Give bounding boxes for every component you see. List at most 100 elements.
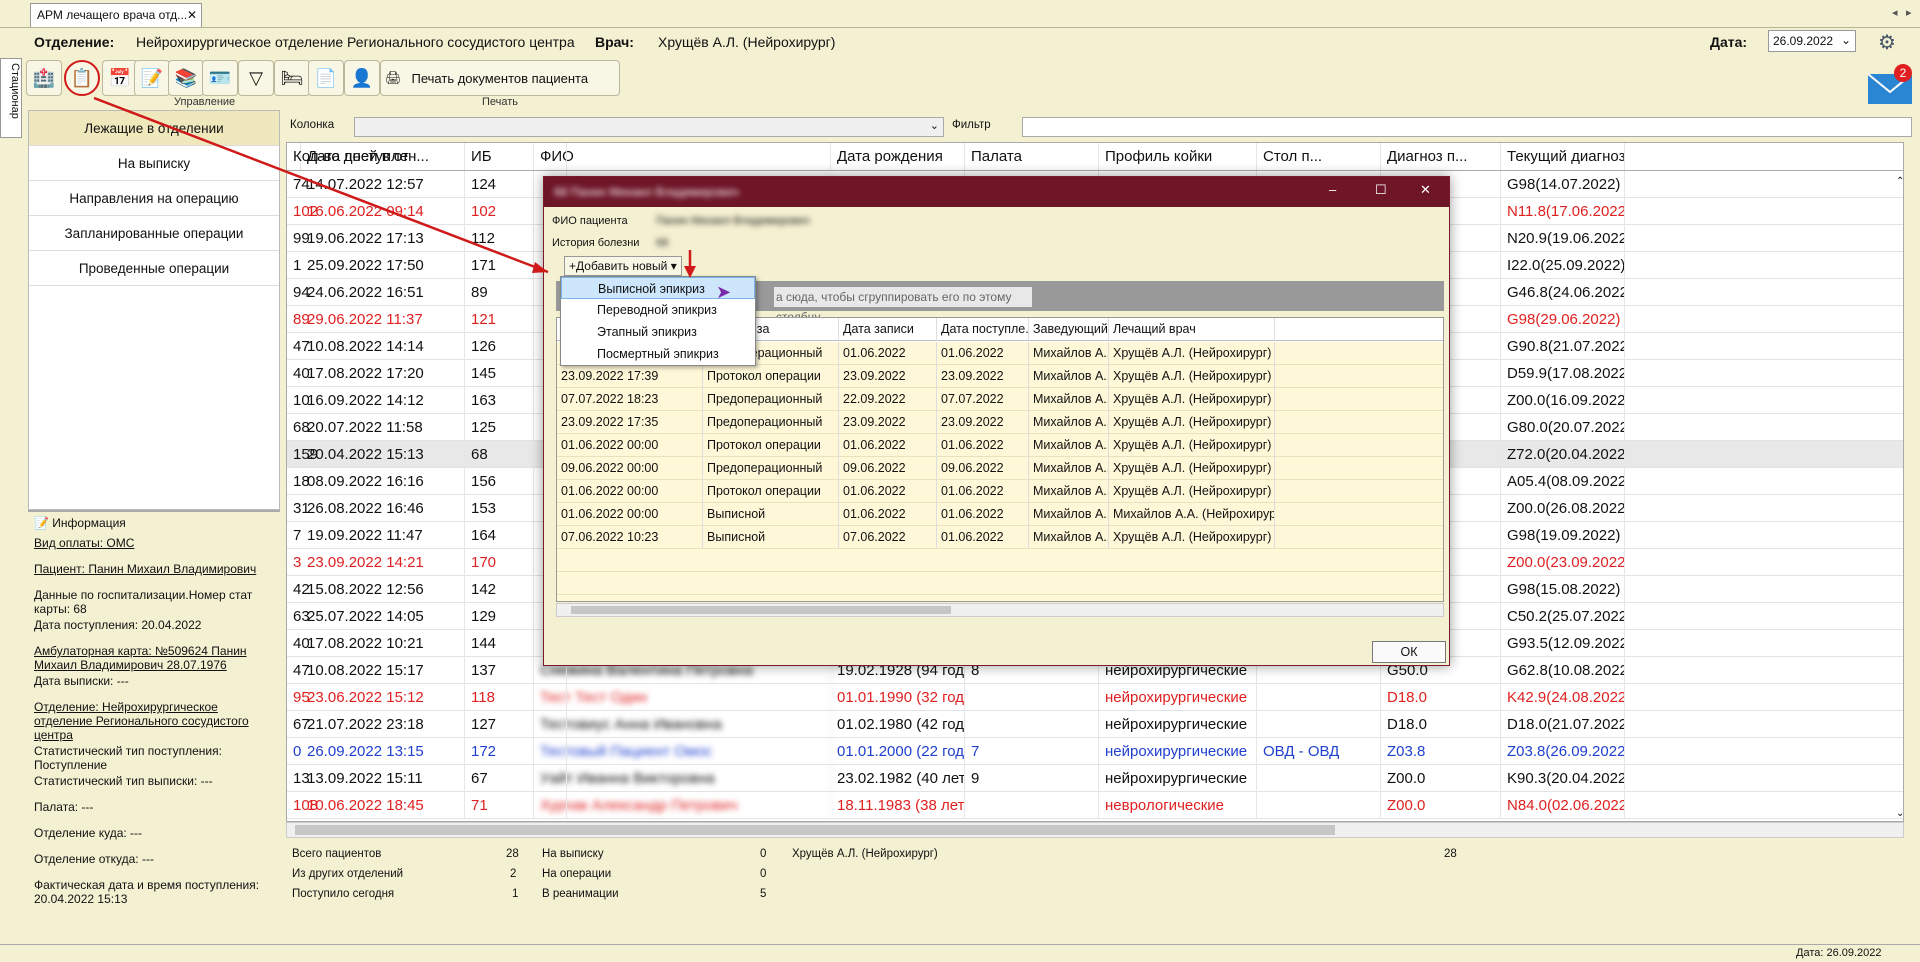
calendar-icon[interactable]: 📅 bbox=[102, 60, 138, 96]
user-transfer-icon[interactable]: 👤 bbox=[344, 60, 380, 96]
id-card-icon[interactable]: 🪪 bbox=[202, 60, 238, 96]
table-row[interactable]: 26.09.2022 13:15 172 Тестовый Пациент Омос… bbox=[287, 738, 1903, 765]
cell-days: 99 bbox=[287, 225, 567, 252]
books-icon[interactable]: 📚 bbox=[168, 60, 204, 96]
clipboard-check-icon[interactable]: 📝 bbox=[134, 60, 170, 96]
date-picker[interactable]: 26.09.2022 ⌄ bbox=[1768, 30, 1856, 52]
table-row[interactable]: 21.07.2022 23:18 127 Тестовиус Анна Иванов… bbox=[287, 711, 1903, 738]
column-header[interactable]: Стол п... bbox=[1257, 143, 1381, 170]
cell-dob: 18.11.1983 (38 лет) bbox=[831, 792, 965, 819]
mail-icon[interactable]: 2 bbox=[1866, 62, 1914, 106]
cell-type: Протокол операции bbox=[703, 434, 839, 457]
cell-adm: 23.09.2022 bbox=[937, 365, 1029, 388]
column-header[interactable]: Кол-во дней в от bbox=[287, 143, 567, 170]
table-row[interactable]: 23.06.2022 15:12 118 Тест Тест Один 01.01.1… bbox=[287, 684, 1903, 711]
add-new-dropdown[interactable]: +Добавить новый ▾ bbox=[564, 256, 682, 276]
list-item[interactable]: 01.06.2022 00:00 Протокол операции 01.06.2… bbox=[557, 434, 1443, 457]
list-item[interactable]: 01.06.2022 00:00 Выписной 01.06.2022 01.06.… bbox=[557, 503, 1443, 526]
column-header[interactable]: Палата bbox=[965, 143, 1099, 170]
column-header[interactable]: Дата записи bbox=[839, 318, 937, 341]
document-tab[interactable]: АРМ лечащего врача отд... ✕ bbox=[30, 3, 202, 27]
maximize-icon[interactable]: ☐ bbox=[1375, 182, 1387, 198]
ok-button[interactable]: ОК bbox=[1372, 641, 1446, 663]
table-row[interactable]: 13.09.2022 15:11 67 Уайт Иванна Викторовна… bbox=[287, 765, 1903, 792]
horizontal-scrollbar[interactable] bbox=[286, 822, 1904, 838]
tab-next-icon[interactable]: ▸ bbox=[1906, 6, 1912, 19]
cell-type: Протокол операции bbox=[703, 365, 839, 388]
cell-days: 47 bbox=[287, 657, 567, 684]
column-header[interactable]: Лечащий врач bbox=[1109, 318, 1275, 341]
side-tab-stationar[interactable]: Стационар bbox=[0, 58, 22, 138]
nav-item-inpatients[interactable]: Лежащие в отделении bbox=[29, 111, 279, 146]
list-item[interactable]: 07.06.2022 10:23 Выписной 07.06.2022 01.06.… bbox=[557, 526, 1443, 549]
cell-fio: Уайт Иванна Викторовна bbox=[534, 765, 831, 792]
minimize-icon[interactable]: – bbox=[1329, 182, 1336, 197]
info-line: Отделение откуда: --- bbox=[34, 852, 154, 866]
info-panel: 📝 Информация Вид оплаты: ОМС Пациент: Пан… bbox=[28, 510, 280, 940]
transfer-bed-icon[interactable]: 🛏 bbox=[274, 60, 310, 96]
list-item[interactable]: 07.07.2022 18:23 Предоперационный 22.09.20… bbox=[557, 388, 1443, 411]
print-documents-button[interactable]: 🖨 Печать документов пациента bbox=[380, 60, 620, 96]
nav-item-planned-surgeries[interactable]: Запланированные операции bbox=[29, 216, 279, 251]
filter-input[interactable] bbox=[1022, 117, 1912, 137]
cell-days: 1 bbox=[287, 252, 567, 279]
info-line: Вид оплаты: ОМС bbox=[34, 536, 135, 550]
scroll-thumb[interactable] bbox=[295, 825, 1335, 835]
add-document-button[interactable]: 📋 bbox=[64, 60, 100, 96]
list-item[interactable]: 23.09.2022 17:39 Протокол операции 23.09.2… bbox=[557, 365, 1443, 388]
column-header[interactable]: Диагноз п... bbox=[1381, 143, 1501, 170]
cell-type: Протокол операции bbox=[703, 480, 839, 503]
cell-fio: Хурчак Александр Петрович bbox=[534, 792, 831, 819]
stat-surgery-label: На операции bbox=[542, 868, 612, 880]
close-icon[interactable]: ✕ bbox=[1420, 182, 1431, 198]
menu-item-stage-epicrisis[interactable]: Этапный эпикриз bbox=[561, 321, 755, 343]
cell-dt: 01.06.2022 00:00 bbox=[557, 434, 703, 457]
cell-prof: нейрохирургические bbox=[1099, 711, 1257, 738]
column-header[interactable]: Заведующий ... bbox=[1029, 318, 1109, 341]
cell-adm: 23.09.2022 bbox=[937, 411, 1029, 434]
scroll-down-icon[interactable]: ⌄ bbox=[1896, 808, 1904, 819]
info-line bbox=[34, 552, 274, 560]
gear-icon[interactable]: ⚙ bbox=[1878, 30, 1896, 55]
stat-total: 28 bbox=[506, 848, 519, 860]
cell-adm: 01.06.2022 bbox=[937, 503, 1029, 526]
cell-fio: Тест Тест Один bbox=[534, 684, 831, 711]
column-header[interactable]: Текущий диагноз bbox=[1501, 143, 1625, 170]
list-item-empty bbox=[557, 549, 1443, 572]
ib-label: История болезни bbox=[552, 237, 640, 249]
column-header[interactable]: ФИО bbox=[534, 143, 831, 170]
nav-item-surgery-referrals[interactable]: Направления на операцию bbox=[29, 181, 279, 216]
info-line: Палата: --- bbox=[34, 800, 94, 814]
menu-item-posthumous-epicrisis[interactable]: Посмертный эпикриз bbox=[561, 343, 755, 365]
cell-head: Михайлов А... bbox=[1029, 342, 1109, 365]
cell-days: 13 bbox=[287, 765, 567, 792]
list-item[interactable]: 09.06.2022 00:00 Предоперационный 09.06.20… bbox=[557, 457, 1443, 480]
cell-head: Михайлов А... bbox=[1029, 526, 1109, 549]
dialog-hscrollbar[interactable] bbox=[556, 603, 1444, 617]
cell-rec: 01.06.2022 bbox=[839, 503, 937, 526]
column-select[interactable]: ⌄ bbox=[354, 117, 944, 137]
table-row[interactable]: 10.06.2022 18:45 71 Хурчак Александр Петро… bbox=[287, 792, 1903, 819]
info-line: Статистический тип выписки: --- bbox=[34, 774, 213, 788]
close-icon[interactable]: ✕ bbox=[187, 8, 197, 22]
date-label: Дата: bbox=[1710, 34, 1748, 50]
list-item[interactable]: 01.06.2022 00:00 Протокол операции 01.06.2… bbox=[557, 480, 1443, 503]
column-header[interactable]: Дата поступле... bbox=[937, 318, 1029, 341]
dept-label: Отделение: bbox=[34, 34, 115, 50]
nav-item-performed-surgeries[interactable]: Проведенные операции bbox=[29, 251, 279, 286]
cell-days: 68 bbox=[287, 414, 567, 441]
scroll-up-icon[interactable]: ⌃ bbox=[1896, 176, 1904, 187]
nav-item-discharge[interactable]: На выписку bbox=[29, 146, 279, 181]
cell-days: 63 bbox=[287, 603, 567, 630]
hospital-icon[interactable]: 🏥 bbox=[26, 60, 62, 96]
tab-prev-icon[interactable]: ◂ bbox=[1892, 6, 1898, 19]
list-item[interactable]: 23.09.2022 17:35 Предоперационный 23.09.20… bbox=[557, 411, 1443, 434]
cell-days: 40 bbox=[287, 630, 567, 657]
stat-today-label: Поступило сегодня bbox=[292, 888, 395, 900]
clipboard-icon[interactable]: 📄 bbox=[308, 60, 344, 96]
dialog-scroll-thumb[interactable] bbox=[571, 606, 951, 614]
cell-adm: 09.06.2022 bbox=[937, 457, 1029, 480]
column-header[interactable]: Дата рождения bbox=[831, 143, 965, 170]
column-header[interactable]: Профиль койки bbox=[1099, 143, 1257, 170]
filter-icon[interactable]: ▽ bbox=[238, 60, 274, 96]
